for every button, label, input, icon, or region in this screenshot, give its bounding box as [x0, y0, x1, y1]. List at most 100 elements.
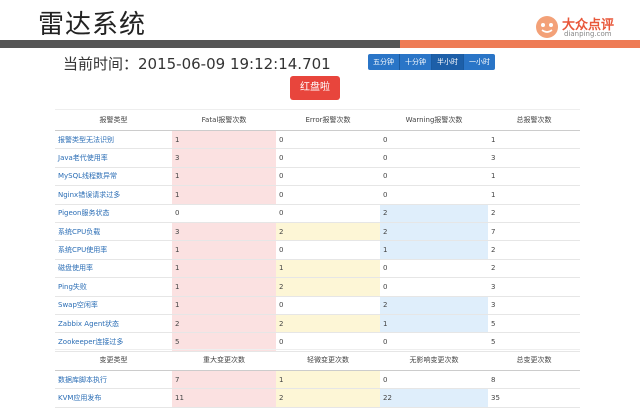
alarm-type-link[interactable]: Zabbix Agent状态 — [55, 314, 172, 334]
warning-cell: 2 — [380, 204, 488, 223]
warning-cell: 0 — [380, 259, 488, 279]
dianping-logo: 大众点评 dianping.com — [534, 14, 630, 40]
warning-cell: 2 — [380, 222, 488, 242]
total-cell: 1 — [488, 185, 580, 205]
col-change-type: 变更类型 — [55, 349, 172, 371]
alarm-type-link[interactable]: Pigeon服务状态 — [55, 204, 172, 223]
major-cell: 11 — [172, 388, 276, 408]
fatal-cell: 2 — [172, 314, 276, 334]
error-cell: 0 — [276, 148, 380, 168]
col-alarm-type: 报警类型 — [55, 109, 172, 131]
range-1hour-button[interactable]: 一小时 — [464, 54, 495, 70]
fatal-cell: 0 — [172, 204, 276, 223]
time-range-selector: 五分钟 十分钟 半小时 一小时 — [368, 54, 495, 70]
dianping-logo-icon — [536, 16, 558, 38]
alarm-type-link[interactable]: Ping失败 — [55, 277, 172, 297]
major-cell: 7 — [172, 370, 276, 390]
warning-cell: 0 — [380, 130, 488, 150]
warning-cell: 2 — [380, 296, 488, 315]
col-fatal-count: Fatal报警次数 — [172, 109, 276, 131]
fatal-cell: 1 — [172, 296, 276, 315]
warning-cell: 0 — [380, 167, 488, 187]
alarm-table-header: 报警类型 Fatal报警次数 Error报警次数 Warning报警次数 总报警… — [55, 109, 580, 131]
fatal-cell: 1 — [172, 277, 276, 297]
fatal-cell: 3 — [172, 148, 276, 168]
col-error-count: Error报警次数 — [276, 109, 380, 131]
alarm-type-link[interactable]: 系统CPU使用率 — [55, 240, 172, 260]
total-cell: 3 — [488, 296, 580, 315]
table-row: Zabbix Agent状态 2 2 1 5 — [55, 314, 580, 334]
change-table: 变更类型 重大变更次数 轻微变更次数 无影响变更次数 总变更次数 数据库脚本执行… — [55, 349, 580, 408]
no-impact-cell: 0 — [380, 370, 488, 390]
table-row: Ping失败 1 2 0 3 — [55, 277, 580, 297]
error-cell: 0 — [276, 204, 380, 223]
total-cell: 2 — [488, 240, 580, 260]
table-row: Nginx错误请求过多 1 0 0 1 — [55, 185, 580, 205]
total-cell: 8 — [488, 370, 580, 390]
error-cell: 0 — [276, 185, 380, 205]
table-row: 报警类型无法识别 1 0 0 1 — [55, 130, 580, 150]
current-time: 当前时间：2015-06-09 19:12:14.701 — [63, 55, 331, 73]
title-divider-bar — [0, 40, 640, 48]
range-5min-button[interactable]: 五分钟 — [368, 54, 400, 70]
warning-cell: 1 — [380, 240, 488, 260]
alarm-type-link[interactable]: Nginx错误请求过多 — [55, 185, 172, 205]
range-30min-button[interactable]: 半小时 — [432, 54, 464, 70]
minor-cell: 1 — [276, 370, 380, 390]
col-warning-count: Warning报警次数 — [380, 109, 488, 131]
fatal-cell: 1 — [172, 259, 276, 279]
total-cell: 2 — [488, 259, 580, 279]
alarm-type-link[interactable]: Java老代使用率 — [55, 148, 172, 168]
alarm-type-link[interactable]: 系统CPU负载 — [55, 222, 172, 242]
table-row: KVM应用发布 11 2 22 35 — [55, 388, 580, 408]
total-cell: 1 — [488, 130, 580, 150]
range-10min-button[interactable]: 十分钟 — [400, 54, 432, 70]
alarm-table: 报警类型 Fatal报警次数 Error报警次数 Warning报警次数 总报警… — [55, 109, 580, 352]
error-cell: 0 — [276, 130, 380, 150]
warning-cell: 0 — [380, 185, 488, 205]
slide-title: 雷达系统 — [38, 10, 147, 40]
warning-cell: 0 — [380, 277, 488, 297]
col-total-change-count: 总变更次数 — [488, 349, 580, 371]
col-no-impact-change-count: 无影响变更次数 — [380, 349, 488, 371]
error-cell: 0 — [276, 167, 380, 187]
minor-cell: 2 — [276, 388, 380, 408]
fatal-cell: 1 — [172, 185, 276, 205]
red-alert-button[interactable]: 红盘啦 — [290, 76, 340, 100]
no-impact-cell: 22 — [380, 388, 488, 408]
change-type-link[interactable]: KVM应用发布 — [55, 388, 172, 408]
table-row: 系统CPU负载 3 2 2 7 — [55, 222, 580, 242]
fatal-cell: 1 — [172, 167, 276, 187]
total-cell: 3 — [488, 148, 580, 168]
change-table-header: 变更类型 重大变更次数 轻微变更次数 无影响变更次数 总变更次数 — [55, 349, 580, 371]
alarm-type-link[interactable]: MySQL线程数异常 — [55, 167, 172, 187]
alarm-type-link[interactable]: 报警类型无法识别 — [55, 130, 172, 150]
col-minor-change-count: 轻微变更次数 — [276, 349, 380, 371]
warning-cell: 1 — [380, 314, 488, 334]
table-row: 磁盘使用率 1 1 0 2 — [55, 259, 580, 279]
total-cell: 1 — [488, 167, 580, 187]
error-cell: 2 — [276, 222, 380, 242]
fatal-cell: 1 — [172, 240, 276, 260]
total-cell: 2 — [488, 204, 580, 223]
error-cell: 2 — [276, 277, 380, 297]
table-row: Java老代使用率 3 0 0 3 — [55, 148, 580, 168]
fatal-cell: 3 — [172, 222, 276, 242]
error-cell: 2 — [276, 314, 380, 334]
table-row: Pigeon服务状态 0 0 2 2 — [55, 204, 580, 223]
col-total-count: 总报警次数 — [488, 109, 580, 131]
warning-cell: 0 — [380, 148, 488, 168]
logo-url: dianping.com — [564, 30, 612, 38]
change-type-link[interactable]: 数据库脚本执行 — [55, 370, 172, 390]
total-cell: 7 — [488, 222, 580, 242]
accent-bar — [400, 40, 640, 48]
col-major-change-count: 重大变更次数 — [172, 349, 276, 371]
total-cell: 35 — [488, 388, 580, 408]
error-cell: 1 — [276, 259, 380, 279]
alarm-type-link[interactable]: Swap空闲率 — [55, 296, 172, 315]
table-row: MySQL线程数异常 1 0 0 1 — [55, 167, 580, 187]
table-row: 数据库脚本执行 7 1 0 8 — [55, 370, 580, 390]
total-cell: 5 — [488, 314, 580, 334]
error-cell: 0 — [276, 296, 380, 315]
alarm-type-link[interactable]: 磁盘使用率 — [55, 259, 172, 279]
